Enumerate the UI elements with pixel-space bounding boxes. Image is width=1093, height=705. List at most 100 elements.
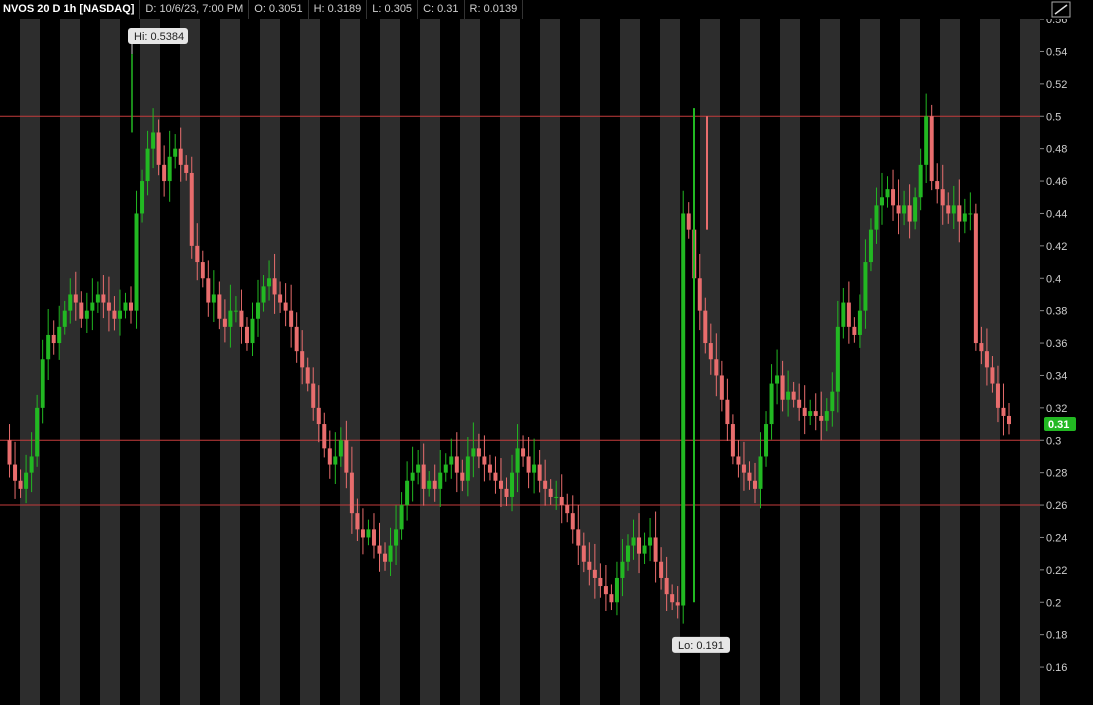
candle-body [625, 545, 630, 562]
candle-body [714, 359, 719, 376]
session-band [260, 19, 280, 705]
candle-body [438, 472, 443, 489]
candle-body [79, 302, 84, 319]
candle-body [758, 456, 763, 489]
candle-body [460, 472, 465, 481]
candle-body [349, 472, 354, 514]
candle-body [134, 213, 139, 311]
candle-body [261, 286, 266, 303]
candle-body [46, 334, 51, 360]
candle-body [830, 391, 835, 412]
candle-body [902, 205, 907, 214]
candle-body [592, 569, 597, 578]
candle-body [637, 537, 642, 554]
candle-body [432, 480, 437, 489]
candle-body [333, 456, 338, 465]
candle-body [129, 302, 134, 311]
candle-body [410, 472, 415, 481]
candle-body [879, 197, 884, 206]
candle-body [443, 464, 448, 473]
candle-body [57, 326, 62, 344]
candle-body [653, 537, 658, 562]
candle-body [427, 480, 432, 489]
candle-body [294, 326, 299, 352]
range-readout: R: 0.0139 [465, 0, 524, 19]
candle-body [327, 448, 332, 465]
y-tick-label: 0.26 [1046, 500, 1067, 512]
symbol-label[interactable]: NVOS 20 D 1h [NASDAQ] [0, 0, 141, 19]
candle-body [835, 326, 840, 392]
candle-body [857, 310, 862, 335]
candle-body [736, 456, 741, 465]
candle-body [819, 415, 824, 421]
candle-body [178, 148, 183, 165]
candle-body [659, 561, 664, 578]
candle-body [841, 302, 846, 327]
candle-body [824, 411, 829, 421]
candle-body [598, 577, 603, 587]
candle-body [471, 448, 476, 457]
candle-body [697, 278, 702, 311]
candle-body [769, 383, 774, 425]
drawing-tool-icon[interactable] [1051, 1, 1071, 18]
date-readout: D: 10/6/23, 7:00 PM [140, 0, 250, 19]
candle-body [548, 488, 553, 497]
candle-body [521, 448, 526, 457]
candle-body [620, 561, 625, 578]
y-tick-label: 0.4 [1046, 273, 1061, 285]
candle-body [957, 205, 962, 222]
y-tick-label: 0.42 [1046, 241, 1067, 253]
price-chart[interactable]: 0.56 0.54 0.52 0.5 0.48 0.46 0.44 0.42 0.4 0.38 0.… [0, 19, 1093, 705]
session-band [500, 19, 520, 705]
candle-body [399, 505, 404, 530]
candle-body [995, 383, 1000, 408]
candle-body [18, 480, 23, 489]
y-tick-label: 0.2 [1046, 597, 1061, 609]
candle-body [924, 116, 929, 165]
candle-body [515, 448, 520, 473]
candle-body [162, 164, 167, 182]
candle-body [686, 213, 691, 230]
candle-body [305, 367, 310, 384]
candle-body [300, 351, 305, 368]
candle-body [278, 294, 283, 303]
candle-body [13, 464, 18, 481]
candle-body [565, 505, 570, 514]
candle-body [581, 545, 586, 562]
candle-body [189, 172, 194, 246]
candle-body [642, 545, 647, 554]
candle-body [730, 424, 735, 457]
candle-body [896, 205, 901, 214]
candle-body [112, 310, 117, 319]
candle-body [145, 148, 150, 182]
candle-body [377, 545, 382, 554]
candle-body [244, 326, 249, 344]
candle-body [891, 189, 896, 206]
candle-body [355, 513, 360, 530]
candle-body [421, 464, 426, 489]
candle-body [752, 480, 757, 489]
candle-body [929, 116, 934, 182]
y-tick-label: 0.5 [1046, 111, 1061, 123]
candle-body [846, 302, 851, 327]
candle-body [802, 407, 807, 416]
candle-body [587, 561, 592, 570]
candle-body [498, 480, 503, 489]
candle-body [532, 464, 537, 473]
session-band [660, 19, 680, 705]
candle-body [747, 472, 752, 481]
candle-body [670, 594, 675, 603]
candle-body [719, 375, 724, 400]
candle-body [217, 294, 222, 319]
candle-body [123, 302, 128, 311]
candle-body [371, 529, 376, 546]
y-tick-label: 0.24 [1046, 532, 1067, 544]
candle-body [388, 545, 393, 562]
candle-body [73, 294, 78, 303]
session-band [980, 19, 1000, 705]
candle-body [51, 334, 56, 344]
candle-body [951, 205, 956, 214]
candle-body [703, 310, 708, 344]
candle-body [808, 411, 813, 416]
candle-body [946, 205, 951, 214]
